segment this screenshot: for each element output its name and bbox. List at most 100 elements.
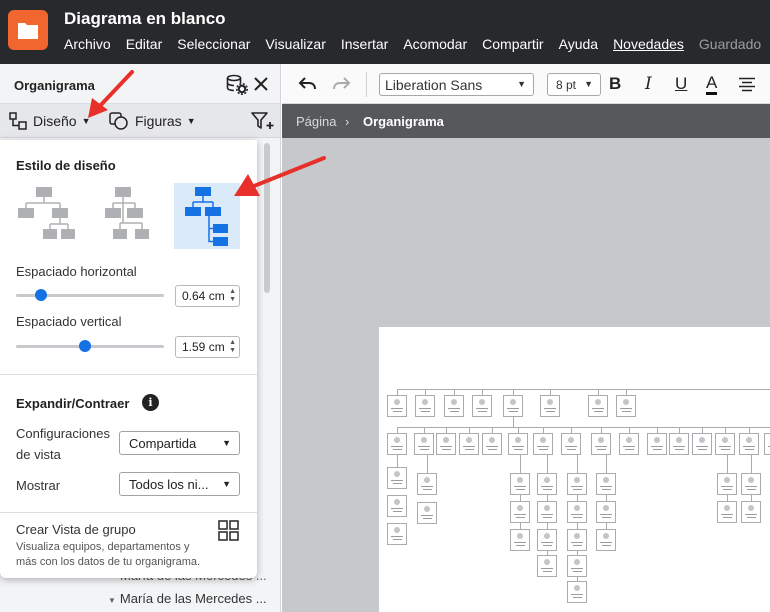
vertical-spacing-thumb[interactable] xyxy=(78,340,91,352)
title-line xyxy=(573,489,582,490)
org-chart-node[interactable] xyxy=(508,433,528,455)
org-chart-node[interactable] xyxy=(741,473,761,495)
org-chart-node[interactable] xyxy=(537,529,557,551)
horizontal-spacing-slider[interactable] xyxy=(16,289,164,301)
org-chart-node[interactable] xyxy=(537,473,557,495)
vertical-spacing-input[interactable]: 1.59 cm ▲ ▼ xyxy=(175,336,240,358)
org-chart-node[interactable] xyxy=(503,395,523,417)
org-chart-node[interactable] xyxy=(537,555,557,577)
org-chart-node[interactable] xyxy=(741,501,761,523)
menu-insertar[interactable]: Insertar xyxy=(341,36,388,52)
menu-ayuda[interactable]: Ayuda xyxy=(559,36,598,52)
font-size-select[interactable]: 8 pt ▼ xyxy=(547,73,601,96)
org-chart-node[interactable] xyxy=(561,433,581,455)
org-chart-node[interactable] xyxy=(459,433,479,455)
org-chart-node[interactable] xyxy=(669,433,689,455)
layout-option-horizontal[interactable] xyxy=(16,183,82,249)
menu-acomodar[interactable]: Acomodar xyxy=(403,36,467,52)
org-chart-node[interactable] xyxy=(591,433,611,455)
menu-seleccionar[interactable]: Seleccionar xyxy=(177,36,250,52)
view-config-select[interactable]: Compartida ▼ xyxy=(119,431,240,455)
menu-editar[interactable]: Editar xyxy=(126,36,163,52)
org-chart-node[interactable] xyxy=(387,495,407,517)
menu-visualizar[interactable]: Visualizar xyxy=(265,36,325,52)
org-chart-node[interactable] xyxy=(414,433,434,455)
group-view-title[interactable]: Crear Vista de grupo xyxy=(16,522,136,537)
org-chart-node[interactable] xyxy=(588,395,608,417)
org-chart-node[interactable] xyxy=(387,523,407,545)
org-chart-node[interactable] xyxy=(596,501,616,523)
org-chart-node[interactable] xyxy=(567,581,587,603)
org-chart-node[interactable] xyxy=(533,433,553,455)
menu-compartir[interactable]: Compartir xyxy=(482,36,543,52)
text-color-button[interactable]: A xyxy=(706,74,718,95)
horizontal-spacing-thumb[interactable] xyxy=(35,289,48,301)
diagram-canvas[interactable] xyxy=(282,138,770,612)
bold-button[interactable]: B xyxy=(609,74,621,94)
org-chart-node[interactable] xyxy=(717,473,737,495)
org-chart-node[interactable] xyxy=(444,395,464,417)
org-chart-node[interactable] xyxy=(510,501,530,523)
org-chart-node[interactable] xyxy=(739,433,759,455)
org-chart-node[interactable] xyxy=(567,555,587,577)
org-chart-node[interactable] xyxy=(537,501,557,523)
org-chart-node[interactable] xyxy=(596,473,616,495)
org-chart-node[interactable] xyxy=(616,395,636,417)
title-line xyxy=(723,517,732,518)
design-tab-button[interactable]: Diseño ▼ xyxy=(9,112,91,130)
org-chart-node[interactable] xyxy=(567,473,587,495)
vertical-spacing-slider[interactable] xyxy=(16,340,164,352)
redo-icon[interactable] xyxy=(331,76,351,92)
align-center-icon[interactable] xyxy=(738,77,756,92)
org-chart-node[interactable] xyxy=(619,433,639,455)
name-line xyxy=(391,480,403,481)
database-settings-icon[interactable] xyxy=(226,74,248,96)
org-chart-node[interactable] xyxy=(387,433,407,455)
org-chart-node[interactable] xyxy=(415,395,435,417)
org-chart-node[interactable] xyxy=(567,529,587,551)
italic-button[interactable]: I xyxy=(645,74,652,94)
org-chart-node[interactable] xyxy=(764,433,770,455)
tree-item[interactable]: ▼ María de las Mercedes ... xyxy=(108,591,267,606)
popover-scrollbar[interactable] xyxy=(264,143,270,293)
close-icon[interactable] xyxy=(253,76,269,92)
org-chart-node[interactable] xyxy=(417,473,437,495)
org-chart-node[interactable] xyxy=(417,502,437,524)
org-chart-node[interactable] xyxy=(510,473,530,495)
info-icon[interactable]: i xyxy=(142,394,159,411)
stepper-icon[interactable]: ▲ ▼ xyxy=(229,288,236,304)
tree-caret-icon[interactable]: ▼ xyxy=(108,596,116,605)
org-chart-node[interactable] xyxy=(540,395,560,417)
folder-icon[interactable] xyxy=(8,10,48,50)
breadcrumb-page[interactable]: Página xyxy=(296,114,336,129)
layout-option-vertical-selected[interactable] xyxy=(174,183,240,249)
org-chart-node[interactable] xyxy=(387,467,407,489)
org-chart-node[interactable] xyxy=(472,395,492,417)
org-chart-node[interactable] xyxy=(436,433,456,455)
avatar-icon xyxy=(598,437,604,443)
org-chart-node[interactable] xyxy=(692,433,712,455)
org-chart-node[interactable] xyxy=(567,501,587,523)
vertical-spacing-value: 1.59 cm xyxy=(182,340,225,354)
menu-novedades[interactable]: Novedades xyxy=(613,36,684,52)
font-family-select[interactable]: Liberation Sans ▼ xyxy=(379,73,534,96)
filter-add-icon[interactable] xyxy=(251,111,275,131)
org-chart-node[interactable] xyxy=(715,433,735,455)
horizontal-spacing-input[interactable]: 0.64 cm ▲ ▼ xyxy=(175,285,240,307)
document-title[interactable]: Diagrama en blanco xyxy=(64,9,226,29)
group-view-grid-icon[interactable] xyxy=(218,520,239,541)
org-chart-node[interactable] xyxy=(596,529,616,551)
undo-icon[interactable] xyxy=(298,76,318,92)
org-chart-node[interactable] xyxy=(717,501,737,523)
underline-button[interactable]: U xyxy=(675,74,687,94)
menu-archivo[interactable]: Archivo xyxy=(64,36,111,52)
layout-option-compact[interactable] xyxy=(99,183,165,249)
org-chart-node[interactable] xyxy=(387,395,407,417)
canvas-page[interactable] xyxy=(379,327,770,612)
stepper-icon[interactable]: ▲ ▼ xyxy=(229,339,236,355)
org-chart-node[interactable] xyxy=(510,529,530,551)
org-chart-node[interactable] xyxy=(482,433,502,455)
org-chart-node[interactable] xyxy=(647,433,667,455)
show-select[interactable]: Todos los ni... ▼ xyxy=(119,472,240,496)
shapes-tab-button[interactable]: Figuras ▼ xyxy=(109,112,196,130)
